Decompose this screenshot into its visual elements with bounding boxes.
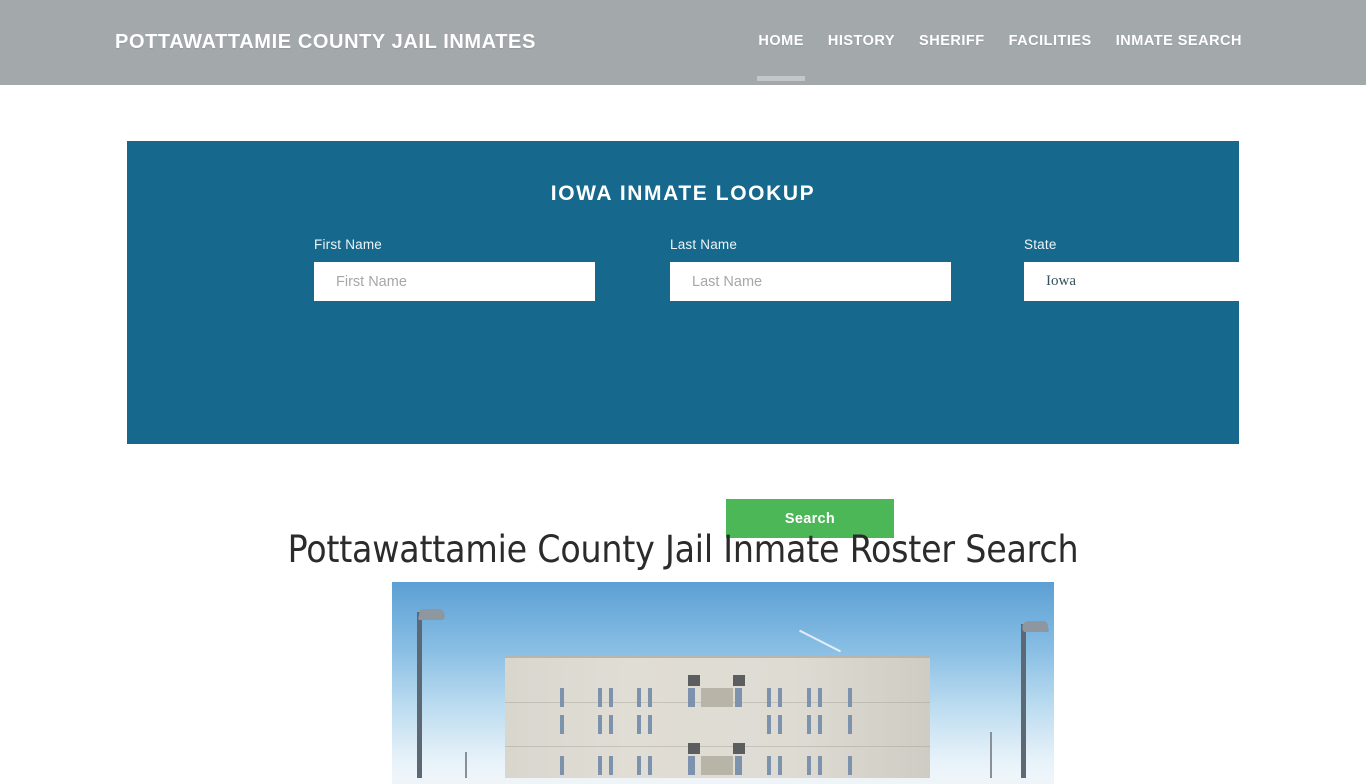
first-name-input[interactable] bbox=[314, 262, 595, 301]
state-select[interactable] bbox=[1024, 262, 1305, 301]
last-name-label: Last Name bbox=[670, 237, 738, 252]
state-field-group: State bbox=[1024, 237, 1305, 301]
main-navigation: HOME HISTORY SHERIFF FACILITIES INMATE S… bbox=[746, 33, 1254, 49]
nav-item-facilities[interactable]: FACILITIES bbox=[997, 33, 1104, 49]
nav-item-sheriff[interactable]: SHERIFF bbox=[907, 33, 997, 49]
ground-strip bbox=[392, 778, 1054, 784]
nav-item-history[interactable]: HISTORY bbox=[816, 33, 907, 49]
inmate-lookup-panel: IOWA INMATE LOOKUP First Name Last Name … bbox=[127, 141, 1305, 538]
nav-item-home[interactable]: HOME bbox=[746, 33, 816, 49]
state-label: State bbox=[1024, 237, 1057, 252]
light-pole-right bbox=[1021, 624, 1026, 784]
jail-building-photo bbox=[392, 582, 1054, 784]
last-name-input[interactable] bbox=[670, 262, 951, 301]
site-brand-title[interactable]: POTTAWATTAMIE COUNTY JAIL INMATES bbox=[115, 31, 536, 54]
nav-item-inmate-search[interactable]: INMATE SEARCH bbox=[1104, 33, 1254, 49]
jail-building-image bbox=[392, 582, 1054, 784]
first-name-field-group: First Name bbox=[314, 237, 595, 301]
lamp-head-right bbox=[1020, 621, 1050, 632]
lamp-head-left bbox=[417, 609, 447, 620]
lookup-panel-title: IOWA INMATE LOOKUP bbox=[550, 182, 816, 205]
jail-building-facade bbox=[505, 655, 930, 784]
site-header: POTTAWATTAMIE COUNTY JAIL INMATES HOME H… bbox=[0, 0, 1366, 85]
last-name-field-group: Last Name bbox=[670, 237, 951, 301]
utility-pole-right bbox=[990, 732, 992, 784]
page-title: Pottawattamie County Jail Inmate Roster … bbox=[287, 527, 1079, 571]
light-pole-left bbox=[417, 612, 422, 784]
contrail bbox=[799, 629, 841, 653]
first-name-label: First Name bbox=[314, 237, 383, 252]
